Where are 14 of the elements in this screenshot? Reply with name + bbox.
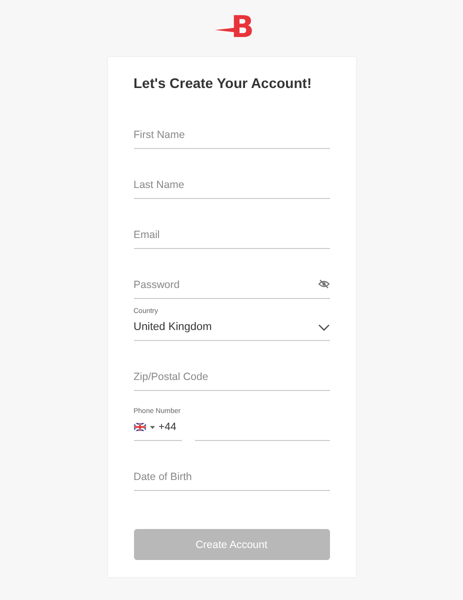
country-code-select[interactable]: +44 [134,419,182,441]
password-field[interactable]: Password [134,277,330,299]
input-field[interactable]: First Name [134,127,330,149]
form-title: Let's Create Your Account! [134,75,313,91]
logo: B [215,12,254,44]
country-select[interactable]: United Kingdom [134,319,330,341]
hidden-eye-icon[interactable] [318,278,330,288]
input-field[interactable]: Zip/Postal Code [134,369,330,391]
caret-icon [150,426,154,428]
input-field[interactable]: Last Name [134,177,330,199]
chevron-down-icon [318,324,330,330]
input-field[interactable]: Date of Birth [134,469,330,491]
input-field[interactable]: Email [134,227,330,249]
flag-icon [134,423,146,431]
